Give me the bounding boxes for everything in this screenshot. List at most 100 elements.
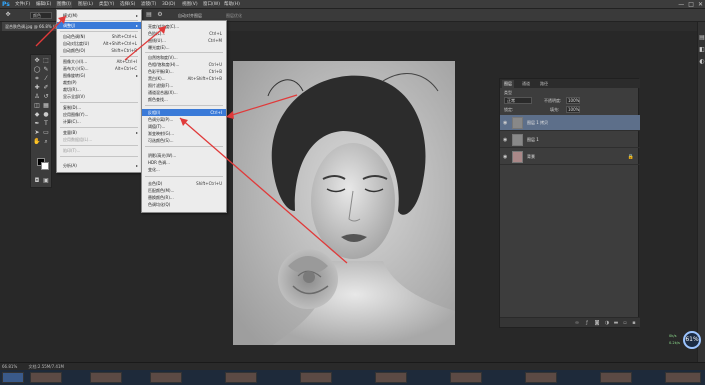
properties-panel-icon[interactable]: ◧ [698,46,705,54]
distribute-icon[interactable]: ⚙ [156,11,164,19]
menu-item-canvas-size[interactable]: 画布大小(S)... Alt+Ctrl+C [57,65,141,72]
menu-item-brightness-contrast[interactable]: 亮度/对比度(C)... [142,23,226,30]
screen-mode-icon[interactable]: ▣ [42,177,50,185]
type-tool-icon[interactable]: T [42,120,50,128]
tab-paths[interactable]: 路径 [538,80,550,88]
menu-item-analysis[interactable]: 分析(A) ▸ [57,162,141,169]
clone-stamp-icon[interactable]: ♙ [33,93,41,101]
menu-item-hdr-toning[interactable]: HDR 色调... [142,159,226,166]
minimize-icon[interactable]: — [678,1,684,8]
zoom-tool-icon[interactable]: ⌕ [42,138,50,146]
taskbar-app[interactable] [150,372,182,383]
menu-item-mode[interactable]: 模式(M) ▸ [57,12,141,19]
menu-window[interactable]: 窗口(W) [202,1,221,8]
menu-item-shadows-highlights[interactable]: 阴影/高光(W)... [142,152,226,159]
layer-row[interactable]: ◉ 图层 1 拷贝 [500,115,640,131]
fill-input[interactable]: 100% [566,106,580,113]
menu-item-gradient-map[interactable]: 渐变映射(G)... [142,130,226,137]
shape-tool-icon[interactable]: ▭ [42,129,50,137]
history-brush-icon[interactable]: ↺ [42,93,50,101]
menu-item-curves[interactable]: 曲线(U)... Ctrl+M [142,37,226,44]
menu-item-channel-mixer[interactable]: 通道混合器(X)... [142,89,226,96]
document-size[interactable]: 文档:2.55M/7.41M [29,364,64,369]
lasso-tool-icon[interactable]: ◯ [33,66,41,74]
history-panel-icon[interactable]: ▤ [698,34,705,42]
taskbar-app[interactable] [375,372,407,383]
move-tool-icon[interactable]: ✥ [33,57,41,65]
menu-file[interactable]: 文件(F) [14,1,31,8]
add-mask-icon[interactable]: ◙ [594,320,600,326]
align-icon[interactable]: ▤ [145,11,153,19]
new-group-icon[interactable]: ▬ [613,320,619,326]
layer-name[interactable]: 背景 [527,154,535,160]
layer-row[interactable]: ◉ 图层 1 [500,132,640,148]
menu-item-auto-color[interactable]: 自动颜色(O) Shift+Ctrl+B [57,47,141,54]
tab-channels[interactable]: 通道 [520,80,532,88]
menu-filter[interactable]: 滤镜(T) [140,1,157,8]
menu-item-vibrance[interactable]: 自然饱和度(V)... [142,54,226,61]
maximize-icon[interactable]: □ [688,1,694,8]
menu-item-invert[interactable]: 反相(I) Ctrl+I [142,109,226,116]
taskbar-app[interactable] [300,372,332,383]
eyedropper-icon[interactable]: ⁄ [42,75,50,83]
menu-type[interactable]: 类型(Y) [98,1,115,8]
menu-item-match-color[interactable]: 匹配颜色(M)... [142,187,226,194]
visibility-eye-icon[interactable]: ◉ [503,154,509,160]
menu-help[interactable]: 帮助(H) [223,1,241,8]
dodge-icon[interactable]: ● [42,111,50,119]
menu-item-image-rotation[interactable]: 图像旋转(G) ▸ [57,72,141,79]
menu-item-hue-saturation[interactable]: 色相/饱和度(H)... Ctrl+U [142,61,226,68]
adjustments-panel-icon[interactable]: ◐ [698,58,705,66]
menu-item-duplicate[interactable]: 复制(D)... [57,104,141,111]
taskbar-app[interactable] [30,372,62,383]
menu-edit[interactable]: 编辑(E) [35,1,52,8]
menu-layer[interactable]: 图层(L) [77,1,94,8]
eraser-icon[interactable]: ◫ [33,102,41,110]
close-icon[interactable]: ✕ [698,1,703,8]
menu-item-selective-color[interactable]: 可选颜色(S)... [142,137,226,144]
menu-item-color-lookup[interactable]: 颜色查找... [142,96,226,103]
taskbar-app[interactable] [600,372,632,383]
taskbar-app[interactable] [450,372,482,383]
layer-style-icon[interactable]: ƒ [584,320,590,326]
menu-3d[interactable]: 3D(D) [161,1,176,8]
quick-mask-icon[interactable]: ◘ [33,177,41,185]
menu-item-variations[interactable]: 变化... [142,166,226,173]
menu-item-desaturate[interactable]: 去色(D) Shift+Ctrl+U [142,180,226,187]
menu-select[interactable]: 选择(S) [119,1,136,8]
layer-row[interactable]: ◉ 背景 🔒 [500,149,640,165]
hand-tool-icon[interactable]: ✋ [33,138,41,146]
menu-item-photo-filter[interactable]: 照片滤镜(F)... [142,82,226,89]
visibility-eye-icon[interactable]: ◉ [503,120,509,126]
layer-name[interactable]: 图层 1 拷贝 [527,120,548,126]
marquee-tool-icon[interactable]: ⬚ [42,57,50,65]
menu-item-levels[interactable]: 色阶(L)... Ctrl+L [142,30,226,37]
visibility-eye-icon[interactable]: ◉ [503,137,509,143]
brush-tool-icon[interactable]: ✐ [42,84,50,92]
delete-layer-icon[interactable]: ▪ [631,320,637,326]
menu-item-crop[interactable]: 裁剪(P) [57,79,141,86]
menu-item-trim[interactable]: 裁切(R)... [57,86,141,93]
blend-mode-select[interactable]: 正常 [504,97,532,104]
optimize-checkbox-label[interactable]: 图层优化 [226,13,242,19]
menu-item-color-balance[interactable]: 色彩平衡(B)... Ctrl+B [142,68,226,75]
menu-item-calculations[interactable]: 计算(C)... [57,118,141,125]
menu-item-reveal-all[interactable]: 显示全部(V) [57,93,141,100]
canvas-image[interactable] [233,61,455,345]
background-color-swatch[interactable] [41,162,49,170]
menu-item-auto-contrast[interactable]: 自动对比度(U) Alt+Shift+Ctrl+L [57,40,141,47]
adjustment-layer-icon[interactable]: ◑ [604,320,610,326]
taskbar-app[interactable] [90,372,122,383]
start-button[interactable] [2,372,24,383]
pen-tool-icon[interactable]: ✒ [33,120,41,128]
menu-item-posterize[interactable]: 色调分离(P)... [142,116,226,123]
path-select-icon[interactable]: ➤ [33,129,41,137]
healing-brush-icon[interactable]: ✚ [33,84,41,92]
new-layer-icon[interactable]: ▫ [622,320,628,326]
menu-image[interactable]: 图像(I) [56,1,72,8]
gradient-icon[interactable]: ▦ [42,102,50,110]
zoom-level[interactable]: 66.81% [2,364,17,369]
crop-tool-icon[interactable]: ⌗ [33,75,41,83]
menu-item-threshold[interactable]: 阈值(T)... [142,123,226,130]
menu-item-variables[interactable]: 变量(B) ▸ [57,129,141,136]
